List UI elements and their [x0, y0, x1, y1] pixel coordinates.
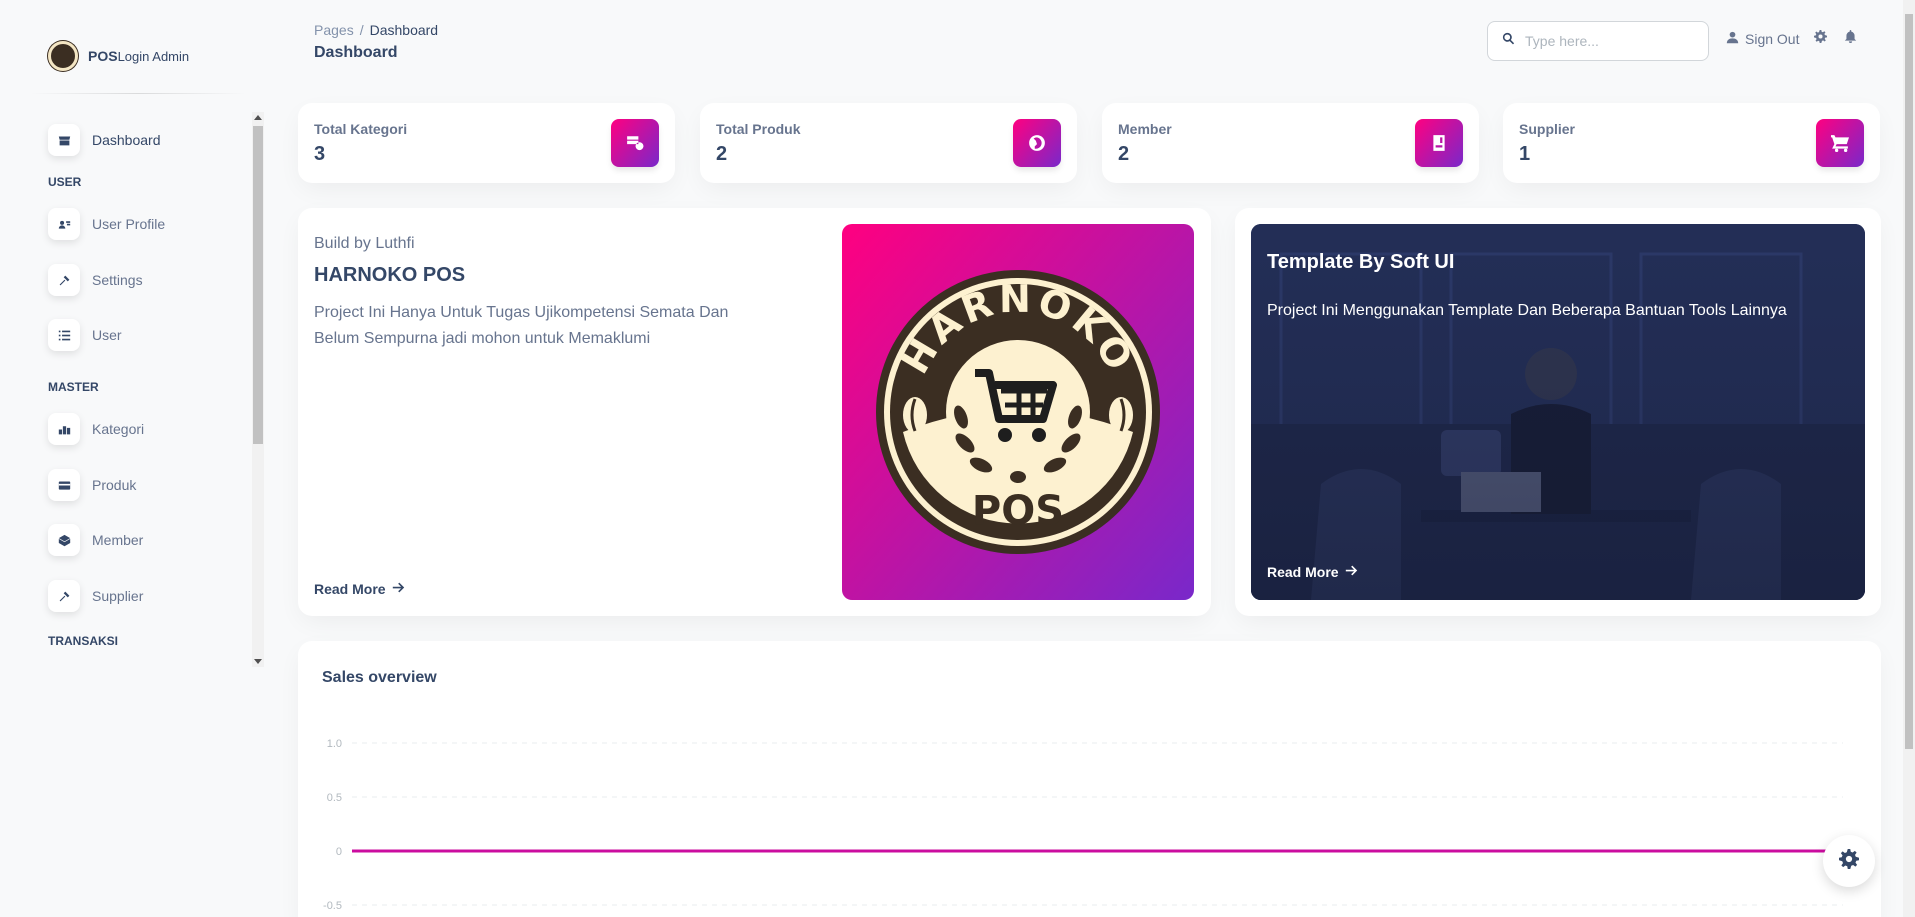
sign-out-button[interactable]: Sign Out: [1726, 31, 1799, 47]
stat-value: 1: [1519, 143, 1531, 165]
stat-card-produk: Total Produk 2: [700, 103, 1077, 183]
sidebar-item-dashboard[interactable]: Dashboard: [48, 123, 161, 157]
globe-icon: [1013, 119, 1061, 167]
template-image-panel: Template By Soft UI Project Ini Mengguna…: [1251, 224, 1865, 600]
arrow-right-icon: [1345, 564, 1358, 580]
breadcrumb-separator: /: [359, 22, 364, 38]
credit-card-icon: [48, 469, 80, 501]
y-tick-label: 0.5: [327, 792, 342, 804]
sidebar-item-label: Dashboard: [92, 132, 161, 148]
sidebar-item-label: Member: [92, 532, 144, 548]
template-info-card: Template By Soft UI Project Ini Mengguna…: [1235, 208, 1881, 616]
build-title: HARNOKO POS: [314, 264, 466, 286]
stat-label: Supplier: [1519, 121, 1576, 137]
search-box[interactable]: [1487, 21, 1709, 61]
brand-logo-icon: [48, 41, 78, 71]
sign-out-label: Sign Out: [1745, 31, 1800, 47]
search-input[interactable]: [1525, 33, 1685, 49]
stat-value: 2: [1118, 143, 1130, 165]
logo-bottom-text: POS: [972, 488, 1064, 534]
sidebar-nav: Dashboard USER User Profile Settings Use…: [0, 112, 250, 667]
stat-card-member: Member 2: [1102, 103, 1479, 183]
notifications-button[interactable]: [1841, 30, 1859, 48]
configurator-button[interactable]: [1823, 835, 1875, 887]
page-scroll-thumb[interactable]: [1905, 14, 1913, 749]
brand-name-bold: POS: [88, 48, 118, 64]
settings-button[interactable]: [1811, 30, 1829, 48]
store-icon: [48, 124, 80, 156]
sidebar-divider: [30, 93, 246, 94]
sidebar-item-kategori[interactable]: Kategori: [48, 412, 144, 446]
sidebar-item-produk[interactable]: Produk: [48, 468, 136, 502]
page-scrollbar[interactable]: [1903, 0, 1915, 917]
y-tick-label: 1.0: [327, 738, 342, 750]
stat-value: 2: [716, 143, 728, 165]
stat-card-kategori: Total Kategori 3: [298, 103, 675, 183]
stat-card-supplier: Supplier 1: [1503, 103, 1880, 183]
search-icon: [1502, 32, 1515, 50]
page-title: Dashboard: [314, 44, 398, 61]
stat-label: Total Kategori: [314, 121, 408, 137]
sidebar-item-user[interactable]: User: [48, 318, 122, 352]
sidebar: POSLogin Admin Dashboard USER User Profi…: [0, 0, 266, 917]
section-transaksi: TRANSAKSI: [48, 634, 119, 648]
stat-label: Total Produk: [716, 121, 801, 137]
wrench-icon: [48, 264, 80, 296]
harnoko-pos-logo: HARNOKO POS: [876, 270, 1160, 554]
sidebar-item-user-profile[interactable]: User Profile: [48, 207, 165, 241]
user-icon: [1726, 31, 1739, 47]
sidebar-item-label: Supplier: [92, 588, 144, 604]
build-info-card: Build by Luthfi HARNOKO POS Project Ini …: [298, 208, 1211, 616]
build-read-more-link[interactable]: Read More: [314, 581, 405, 597]
file-user-icon: [1415, 119, 1463, 167]
brand[interactable]: POSLogin Admin: [48, 40, 189, 72]
template-title: Template By Soft UI: [1267, 251, 1455, 273]
read-more-label: Read More: [314, 581, 386, 597]
arrow-right-icon: [392, 581, 405, 597]
sales-line-chart: 1.0 0.5 0 -0.5: [323, 738, 1843, 912]
template-description: Project Ini Menggunakan Template Dan Beb…: [1267, 302, 1787, 319]
sidebar-item-supplier[interactable]: Supplier: [48, 579, 143, 613]
wrench-icon: [48, 580, 80, 612]
breadcrumb-current: Dashboard: [369, 22, 439, 38]
harnoko-logo-panel: HARNOKO POS: [842, 224, 1194, 600]
sidebar-item-label: User Profile: [92, 216, 166, 232]
breadcrumb-root[interactable]: Pages: [314, 22, 354, 38]
scroll-down-arrow-icon[interactable]: [254, 659, 262, 664]
sidebar-item-label: Kategori: [92, 421, 145, 437]
section-user: USER: [48, 175, 82, 189]
brand-name-rest: Login Admin: [117, 49, 190, 64]
database-icon: [611, 119, 659, 167]
build-description: Project Ini Hanya Untuk Tugas Ujikompete…: [314, 304, 729, 347]
bell-icon: [1844, 30, 1857, 48]
gear-icon: [1813, 30, 1827, 48]
brand-text: POSLogin Admin: [88, 48, 189, 64]
sidebar-item-label: User: [92, 327, 122, 343]
user-card-icon: [48, 208, 80, 240]
stat-label: Member: [1118, 121, 1172, 137]
gear-icon: [1839, 848, 1859, 874]
section-master: MASTER: [48, 380, 99, 394]
sidebar-item-member[interactable]: Member: [48, 523, 143, 557]
build-kicker: Build by Luthfi: [314, 235, 415, 252]
sidebar-item-label: Produk: [92, 477, 137, 493]
sidebar-item-settings[interactable]: Settings: [48, 263, 143, 297]
cart-icon: [1816, 119, 1864, 167]
y-tick-label: -0.5: [323, 900, 342, 912]
breadcrumb: Pages / Dashboard: [314, 22, 438, 38]
navbar-actions: Sign Out: [1726, 30, 1859, 48]
stat-value: 3: [314, 143, 326, 165]
scroll-up-arrow-icon[interactable]: [254, 115, 262, 120]
sidebar-scrollbar[interactable]: [252, 112, 264, 667]
read-more-label: Read More: [1267, 564, 1339, 580]
template-background-image: [1251, 224, 1865, 600]
template-read-more-link[interactable]: Read More: [1267, 564, 1358, 580]
y-tick-label: 0: [336, 846, 342, 858]
sales-overview-card: Sales overview 1.0 0.5 0 -0.5: [298, 641, 1881, 917]
sidebar-scroll-thumb[interactable]: [253, 126, 263, 444]
box-icon: [48, 524, 80, 556]
sidebar-item-label: Settings: [92, 272, 143, 288]
chart-bars-icon: [48, 413, 80, 445]
list-icon: [48, 319, 80, 351]
